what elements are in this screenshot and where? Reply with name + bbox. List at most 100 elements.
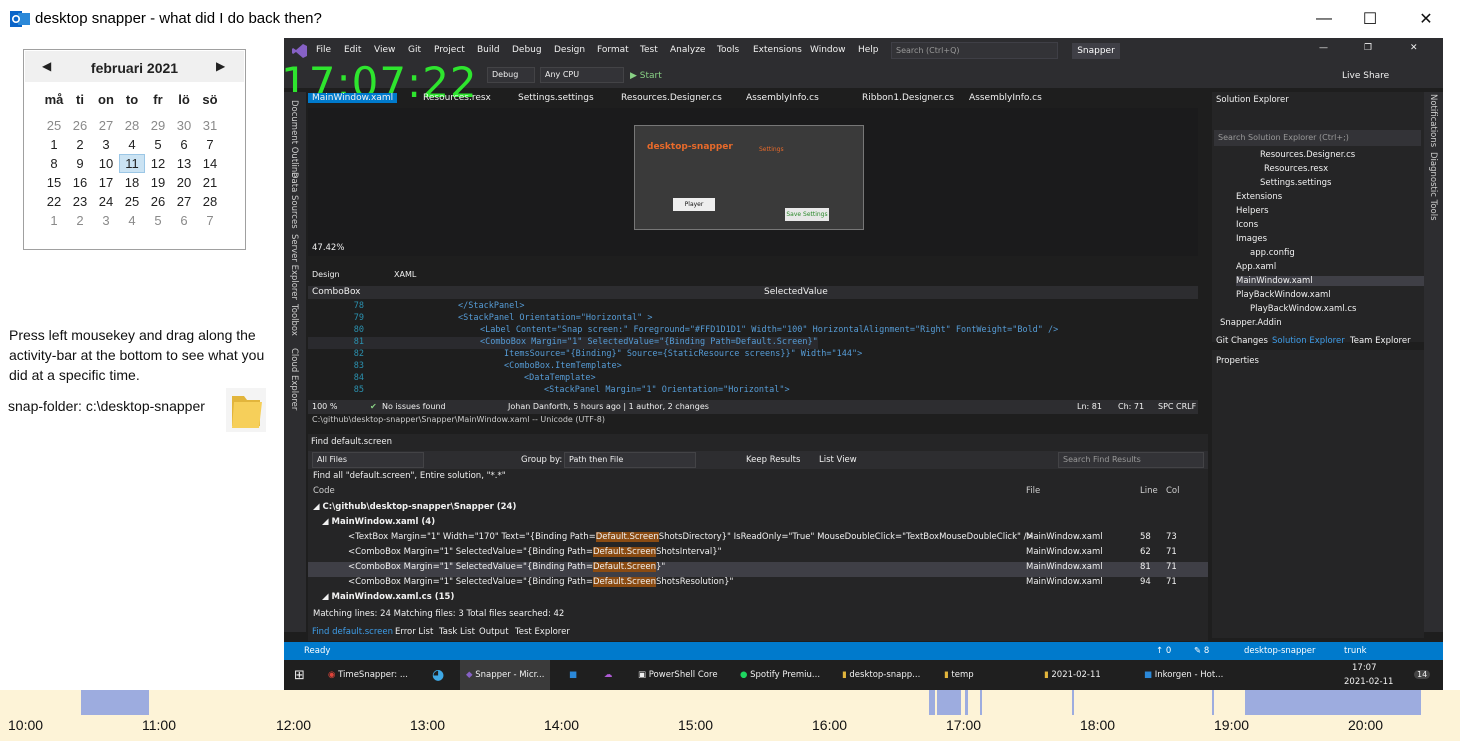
vs-tab: AssemblyInfo.cs (969, 93, 1042, 103)
editor-issues: No issues found (382, 402, 446, 411)
calendar-day[interactable]: 10 (93, 154, 119, 173)
calendar-day[interactable]: 27 (93, 116, 119, 135)
xaml-tab: XAML (394, 270, 417, 279)
vs-menu-design: Design (554, 45, 586, 55)
solution-tree-item: Snapper.Addin (1220, 318, 1282, 328)
calendar-day[interactable]: 23 (67, 192, 93, 211)
code-line: 85 <StackPanel Margin="1" Orientation="Ho… (353, 385, 790, 395)
calendar-day[interactable]: 30 (171, 116, 197, 135)
calendar-day[interactable]: 22 (41, 192, 67, 211)
calendar-day[interactable]: 5 (145, 211, 171, 230)
find-group-file: ◢ MainWindow.xaml.cs (15) (322, 592, 455, 602)
vs-tab: Resources.resx (423, 93, 491, 103)
code-line: 82 ItemsSource="{Binding}" Source={Static… (353, 349, 863, 359)
hour-label: 13:00 (410, 717, 446, 733)
bottom-tab: Output (479, 627, 509, 637)
properties-panel: Properties (1212, 350, 1424, 638)
calendar-day[interactable]: 28 (197, 192, 223, 211)
month-calendar[interactable]: ◀ februari 2021 ▶ må ti on to fr lö sö 2… (23, 49, 246, 250)
hour-label: 16:00 (812, 717, 848, 733)
calendar-day[interactable]: 18 (119, 173, 145, 192)
calendar-day[interactable]: 21 (197, 173, 223, 192)
windows-start-icon: ⊞ (294, 668, 305, 683)
snapshot-viewer: File Edit View Git Project Build Debug D… (284, 38, 1443, 690)
col-code: Code (313, 486, 335, 496)
calendar-day[interactable]: 25 (41, 116, 67, 135)
rail-notifications: Notifications (1428, 94, 1438, 148)
calendar-day[interactable]: 1 (41, 211, 67, 230)
calendar-day[interactable]: 17 (93, 173, 119, 192)
calendar-day[interactable]: 26 (67, 116, 93, 135)
solution-tree-item: PlayBackWindow.xaml (1236, 290, 1331, 300)
vs-solution-name: Snapper (1072, 43, 1120, 59)
calendar-day[interactable]: 14 (197, 154, 223, 173)
hour-label: 10:00 (8, 717, 44, 733)
find-result-row: <ComboBox Margin="1" SelectedValue="{Bin… (308, 562, 1208, 577)
calendar-day[interactable]: 26 (145, 192, 171, 211)
code-line: 80 <Label Content="Snap screen:" Foregrou… (353, 325, 1059, 335)
calendar-day[interactable]: 27 (171, 192, 197, 211)
calendar-day[interactable]: 31 (197, 116, 223, 135)
vs-close-icon: ✕ (1410, 43, 1418, 53)
folder-icon[interactable] (226, 388, 266, 432)
calendar-day[interactable]: 12 (145, 154, 171, 173)
calendar-day[interactable]: 2 (67, 211, 93, 230)
taskbar-item: ◆ Snapper - Micr... (460, 660, 551, 690)
calendar-day[interactable]: 29 (145, 116, 171, 135)
calendar-week-row: 22 23 24 25 26 27 28 (41, 192, 237, 211)
calendar-day[interactable]: 5 (145, 135, 171, 154)
status-push-count: ↑ 0 (1156, 646, 1172, 656)
calendar-day[interactable]: 3 (93, 135, 119, 154)
file-path-bar: C:\github\desktop-snapper\Snapper\MainWi… (308, 415, 1198, 429)
calendar-day[interactable]: 4 (119, 211, 145, 230)
solution-tree-item: Resources.Designer.cs (1260, 150, 1356, 160)
calendar-month-label[interactable]: februari 2021 (25, 60, 244, 76)
calendar-day[interactable]: 6 (171, 135, 197, 154)
activity-block (1072, 690, 1074, 715)
vs-tab: MainWindow.xaml (308, 93, 398, 103)
calendar-day[interactable]: 6 (171, 211, 197, 230)
activity-block (980, 690, 982, 715)
calendar-day[interactable]: 7 (197, 135, 223, 154)
next-month-icon[interactable]: ▶ (216, 59, 225, 73)
calendar-day[interactable]: 3 (93, 211, 119, 230)
calendar-day[interactable]: 4 (119, 135, 145, 154)
solution-tree-item: Resources.resx (1264, 164, 1329, 174)
hour-label: 11:00 (142, 717, 176, 733)
calendar-day[interactable]: 16 (67, 173, 93, 192)
maximize-button[interactable]: ☐ (1347, 0, 1393, 38)
find-group-file: ◢ MainWindow.xaml (4) (322, 517, 436, 527)
weekday-label: må (44, 92, 64, 107)
vs-menu-build: Build (477, 45, 500, 55)
calendar-day[interactable]: 20 (171, 173, 197, 192)
calendar-day[interactable]: 9 (67, 154, 93, 173)
calendar-day[interactable]: 2 (67, 135, 93, 154)
activity-bar[interactable]: 10:00 11:00 12:00 13:00 14:00 15:00 16:0… (0, 690, 1460, 741)
minimize-button[interactable]: — (1301, 0, 1347, 38)
close-button[interactable]: ✕ (1403, 0, 1449, 38)
solution-panel-tabs: Git Changes Solution Explorer Team Explo… (1212, 334, 1424, 348)
calendar-day[interactable]: 11 (119, 154, 145, 173)
activity-block (1245, 690, 1421, 715)
calendar-day[interactable]: 1 (41, 135, 67, 154)
rail-diagnostic-tools: Diagnostic Tools (1428, 152, 1438, 221)
calendar-day[interactable]: 13 (171, 154, 197, 173)
editor-zoom: 100 % (312, 402, 338, 411)
calendar-day[interactable]: 8 (41, 154, 67, 173)
activity-block (937, 690, 961, 715)
calendar-day[interactable]: 15 (41, 173, 67, 192)
vs-menu-view: View (374, 45, 396, 55)
col-file: File (1026, 486, 1041, 496)
calendar-day[interactable]: 24 (93, 192, 119, 211)
panel-tab: Git Changes (1216, 336, 1268, 346)
calendar-day[interactable]: 7 (197, 211, 223, 230)
vs-minimize-icon: — (1319, 43, 1328, 53)
calendar-day[interactable]: 25 (119, 192, 145, 211)
vs-live-share: Live Share (1342, 71, 1390, 81)
list-view-toggle: List View (819, 455, 857, 465)
calendar-day[interactable]: 19 (145, 173, 171, 192)
calendar-day[interactable]: 28 (119, 116, 145, 135)
vs-menu-extensions: Extensions (753, 45, 802, 55)
hour-label: 15:00 (678, 717, 714, 733)
calendar-week-row: 8 9 10 11 12 13 14 (41, 154, 237, 173)
